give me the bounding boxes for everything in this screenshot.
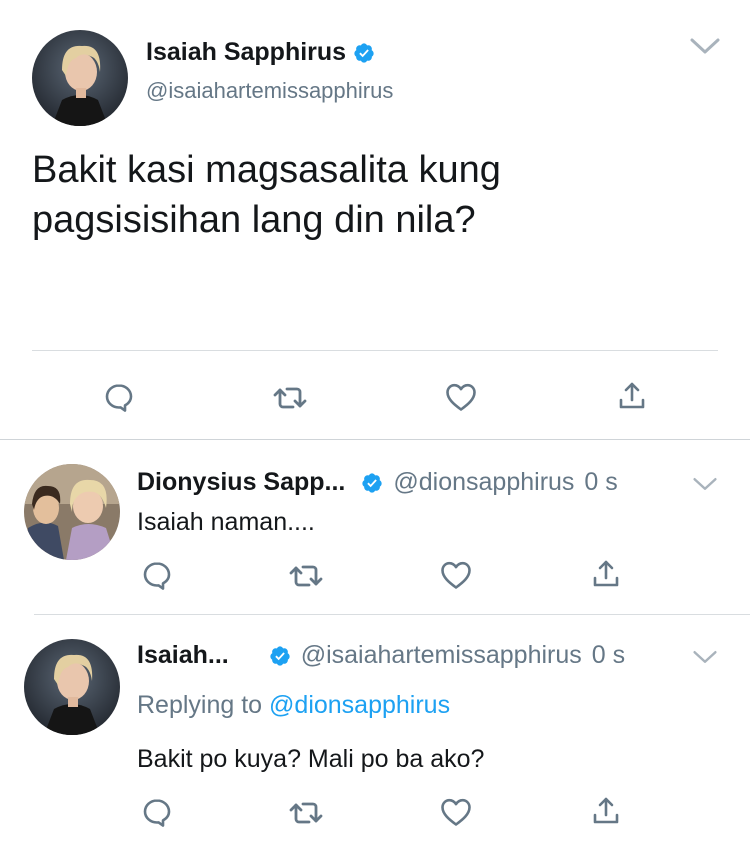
verified-badge-icon (361, 472, 383, 494)
timestamp: 0 s (584, 468, 618, 496)
share-button[interactable] (590, 557, 622, 591)
tweet-text-line: Bakit kasi magsasalita kung (32, 149, 501, 191)
divider (32, 350, 718, 351)
avatar-photo (24, 464, 120, 560)
avatar[interactable] (24, 639, 120, 735)
author-name-row[interactable]: Isaiah Sapphirus (146, 38, 375, 67)
retweet-button[interactable] (271, 381, 309, 415)
replying-to-prefix: Replying to (137, 691, 263, 719)
tweet-text: Bakit po kuya? Mali po ba ako? (137, 745, 485, 773)
author-handle[interactable]: @dionsapphirus (393, 468, 574, 497)
tweet-text: Bakit kasi magsasalita kung pagsisisihan… (32, 145, 722, 245)
chevron-down-icon[interactable] (692, 649, 718, 665)
reply-button[interactable] (102, 380, 136, 414)
like-button[interactable] (443, 380, 479, 414)
reply-icon (103, 381, 135, 413)
tweet-text: Isaiah naman.... (137, 508, 315, 536)
chevron-down-icon[interactable] (689, 36, 721, 56)
reply-tweet: Dionysius Sapp... @dionsapphirus 0 s Isa… (0, 440, 750, 615)
share-icon (591, 795, 621, 827)
like-button[interactable] (438, 558, 474, 592)
retweet-icon (288, 560, 324, 592)
timestamp: 0 s (591, 641, 626, 669)
tweet-text-line: pagsisisihan lang din nila? (32, 199, 476, 241)
retweet-icon (272, 382, 308, 414)
retweet-button[interactable] (287, 796, 325, 830)
share-button[interactable] (616, 379, 648, 413)
share-icon (617, 380, 647, 412)
author-name[interactable]: Isaiah Sapphirus (146, 38, 346, 67)
share-icon (591, 558, 621, 590)
retweet-icon (288, 797, 324, 829)
reply-tweet: Isaiah... @isaiahartemissapphirus 0 s Re… (0, 615, 750, 845)
avatar-photo (32, 30, 128, 126)
author-name[interactable]: Isaiah... (137, 641, 229, 670)
replying-to: Replying to @dionsapphirus (137, 691, 450, 720)
reply-header[interactable]: Isaiah... @isaiahartemissapphirus 0 s (137, 641, 625, 670)
reply-button[interactable] (140, 795, 174, 829)
reply-icon (141, 796, 173, 828)
avatar[interactable] (32, 30, 128, 126)
author-name[interactable]: Dionysius Sapp... (137, 468, 345, 497)
reply-header[interactable]: Dionysius Sapp... @dionsapphirus 0 s (137, 468, 618, 497)
avatar[interactable] (24, 464, 120, 560)
like-icon (439, 796, 473, 828)
like-button[interactable] (438, 795, 474, 829)
like-icon (444, 381, 478, 413)
author-handle[interactable]: @isaiahartemissapphirus (301, 641, 582, 670)
chevron-down-icon[interactable] (692, 476, 718, 492)
replying-to-link[interactable]: @dionsapphirus (269, 691, 450, 719)
author-handle[interactable]: @isaiahartemissapphirus (146, 78, 393, 104)
share-button[interactable] (590, 794, 622, 828)
verified-badge-icon (269, 645, 291, 667)
main-tweet: Isaiah Sapphirus @isaiahartemissapphirus… (0, 0, 750, 440)
like-icon (439, 559, 473, 591)
reply-icon (141, 559, 173, 591)
reply-button[interactable] (140, 558, 174, 592)
avatar-photo (24, 639, 120, 735)
retweet-button[interactable] (287, 559, 325, 593)
verified-badge-icon (353, 42, 375, 64)
